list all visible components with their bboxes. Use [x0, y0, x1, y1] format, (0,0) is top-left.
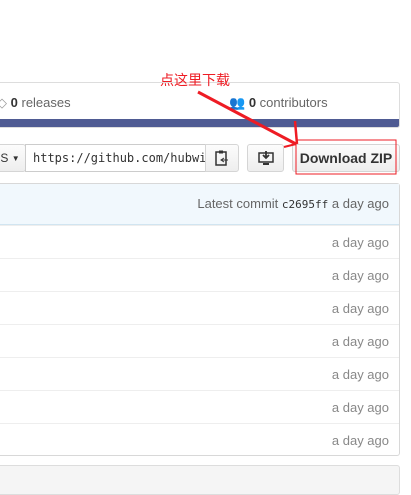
- annotation-arrow: [197, 90, 397, 175]
